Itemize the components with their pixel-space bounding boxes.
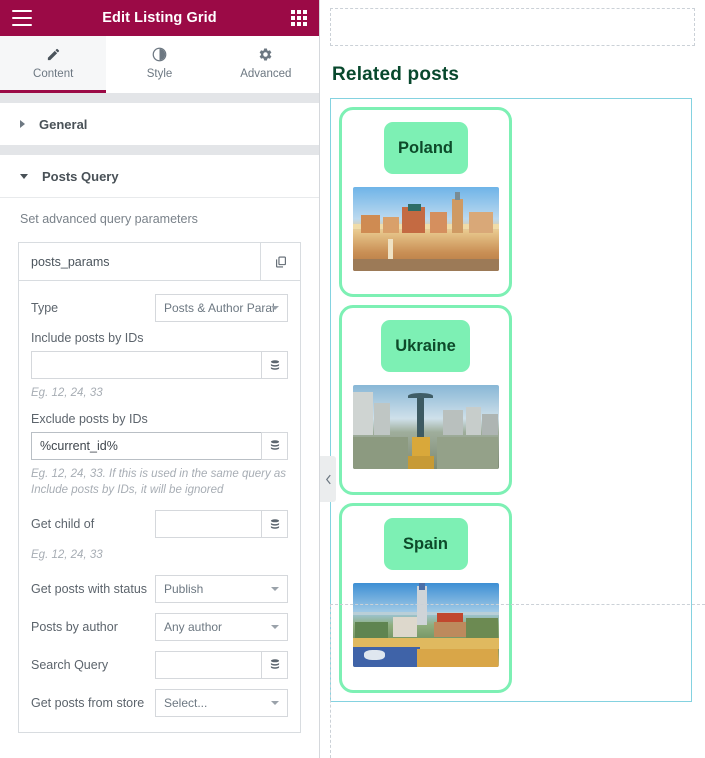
- store-select-value: Select...: [164, 695, 208, 710]
- field-exclude-posts: Exclude posts by IDs: [31, 412, 288, 460]
- card-title-badge: Spain: [383, 518, 468, 570]
- exclude-posts-input[interactable]: [31, 431, 261, 460]
- listing-card[interactable]: Poland: [339, 107, 512, 297]
- repeater-item-header[interactable]: posts_params: [19, 243, 300, 281]
- contrast-circle-icon: [152, 47, 167, 62]
- repeater-posts-params: posts_params Type Posts & Author Paral I…: [18, 242, 301, 733]
- chevron-down-icon: [271, 306, 279, 310]
- get-child-of-input[interactable]: [155, 510, 261, 539]
- chevron-left-icon: [325, 474, 332, 485]
- field-post-status: Get posts with status Publish: [31, 574, 288, 604]
- chevron-down-icon: [20, 173, 28, 179]
- field-exclude-label: Exclude posts by IDs: [31, 411, 148, 426]
- field-include-hint: Eg. 12, 24, 33: [31, 387, 103, 399]
- section-posts-query-label: Posts Query: [42, 168, 119, 184]
- include-posts-input[interactable]: [31, 351, 261, 379]
- tab-content-label: Content: [33, 67, 74, 80]
- database-icon[interactable]: [261, 650, 288, 679]
- status-select[interactable]: Publish: [155, 574, 288, 603]
- card-title-badge: Poland: [383, 122, 468, 174]
- grid-apps-icon[interactable]: [291, 10, 307, 26]
- field-status-label: Get posts with status: [31, 581, 148, 596]
- field-posts-from-store: Get posts from store Select...: [31, 688, 288, 718]
- related-posts-heading: Related posts: [332, 64, 460, 85]
- gear-icon: [258, 47, 273, 62]
- field-include-label: Include posts by IDs: [31, 331, 144, 345]
- store-select[interactable]: Select...: [155, 688, 288, 717]
- kyiv-independence-monument-photo: [352, 385, 499, 469]
- author-select-value: Any author: [164, 619, 223, 634]
- status-select-value: Publish: [164, 581, 204, 596]
- field-type: Type Posts & Author Paral: [31, 293, 288, 323]
- pencil-icon: [46, 47, 61, 62]
- listing-card[interactable]: Ukraine: [339, 305, 512, 495]
- tab-advanced-label: Advanced: [240, 67, 292, 80]
- page-preview: Related posts Poland Ukraine Spain: [320, 0, 705, 758]
- type-select-value: Posts & Author Paral: [164, 301, 275, 315]
- panel-tabs: Content Style Advanced: [0, 36, 319, 94]
- chevron-down-icon: [271, 586, 279, 591]
- field-posts-by-author: Posts by author Any author: [31, 612, 288, 642]
- field-store-label: Get posts from store: [31, 695, 145, 710]
- field-type-label: Type: [31, 301, 59, 315]
- repeater-fields: Type Posts & Author Paral Include posts …: [19, 281, 300, 732]
- section-general[interactable]: General: [0, 103, 319, 145]
- database-icon[interactable]: [261, 510, 288, 539]
- drop-zone-top[interactable]: [330, 8, 695, 46]
- chevron-right-icon: [20, 120, 25, 128]
- section-divider: [0, 145, 319, 155]
- field-child-label: Get child of: [31, 517, 95, 532]
- hamburger-icon[interactable]: [12, 10, 32, 26]
- field-author-label: Posts by author: [31, 619, 118, 634]
- database-icon[interactable]: [261, 431, 288, 460]
- panel-body: General Posts Query Set advanced query p…: [0, 103, 319, 758]
- field-search-query: Search Query: [31, 650, 288, 680]
- field-search-label: Search Query: [31, 657, 109, 672]
- chevron-down-icon: [271, 624, 279, 629]
- tabs-bottom-strip: [0, 94, 319, 103]
- panel-header: Edit Listing Grid: [0, 0, 319, 36]
- card-title-badge: Ukraine: [381, 320, 470, 372]
- tab-style-label: Style: [146, 67, 173, 80]
- posts-query-description: Set advanced query parameters: [20, 212, 198, 226]
- drop-zone-bottom[interactable]: [330, 604, 705, 758]
- copy-icon[interactable]: [260, 243, 300, 280]
- search-query-input[interactable]: [155, 650, 261, 679]
- warsaw-old-town-photo: [352, 187, 499, 271]
- database-icon[interactable]: [261, 351, 288, 379]
- tab-advanced[interactable]: Advanced: [212, 36, 319, 93]
- editor-panel: Edit Listing Grid Content Style Advanced…: [0, 0, 320, 758]
- field-child-hint: Eg. 12, 24, 33: [31, 549, 103, 562]
- page-title: Edit Listing Grid: [102, 10, 217, 26]
- field-exclude-hint: Eg. 12, 24, 33. If this is used in the s…: [31, 467, 287, 497]
- field-get-child-of: Get child of: [31, 509, 288, 539]
- tab-style[interactable]: Style: [106, 36, 213, 93]
- field-include-posts: Include posts by IDs: [31, 331, 288, 379]
- section-posts-query[interactable]: Posts Query: [0, 155, 319, 197]
- chevron-down-icon: [271, 700, 279, 705]
- repeater-item-title: posts_params: [31, 254, 110, 269]
- type-select[interactable]: Posts & Author Paral: [155, 294, 288, 322]
- tab-content[interactable]: Content: [0, 36, 107, 93]
- section-general-label: General: [39, 116, 88, 132]
- panel-collapse-handle[interactable]: [320, 456, 336, 502]
- author-select[interactable]: Any author: [155, 612, 288, 641]
